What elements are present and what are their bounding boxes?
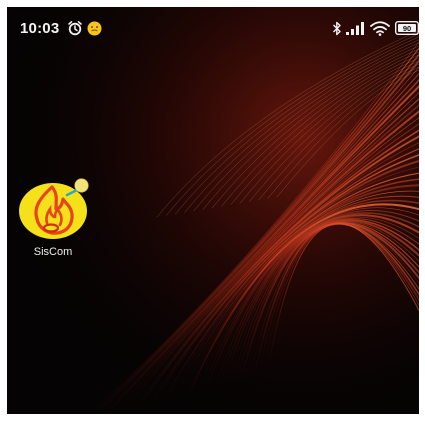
notification-dot (74, 178, 89, 193)
alarm-clock-icon (68, 21, 82, 36)
status-bar: 10:03 90 (7, 7, 419, 39)
bluetooth-icon (333, 21, 341, 36)
status-time: 10:03 (20, 20, 60, 37)
battery-icon: 90 (395, 21, 419, 35)
cellular-signal-icon (346, 22, 364, 35)
notification-emoji-icon (87, 21, 102, 36)
app-siscom[interactable] (17, 178, 89, 239)
app-label-siscom[interactable]: SisCom (7, 246, 99, 258)
phone-home-screen: 10:03 90 SisCom (7, 7, 419, 414)
wifi-icon (370, 21, 390, 36)
battery-level-text: 90 (403, 24, 411, 33)
